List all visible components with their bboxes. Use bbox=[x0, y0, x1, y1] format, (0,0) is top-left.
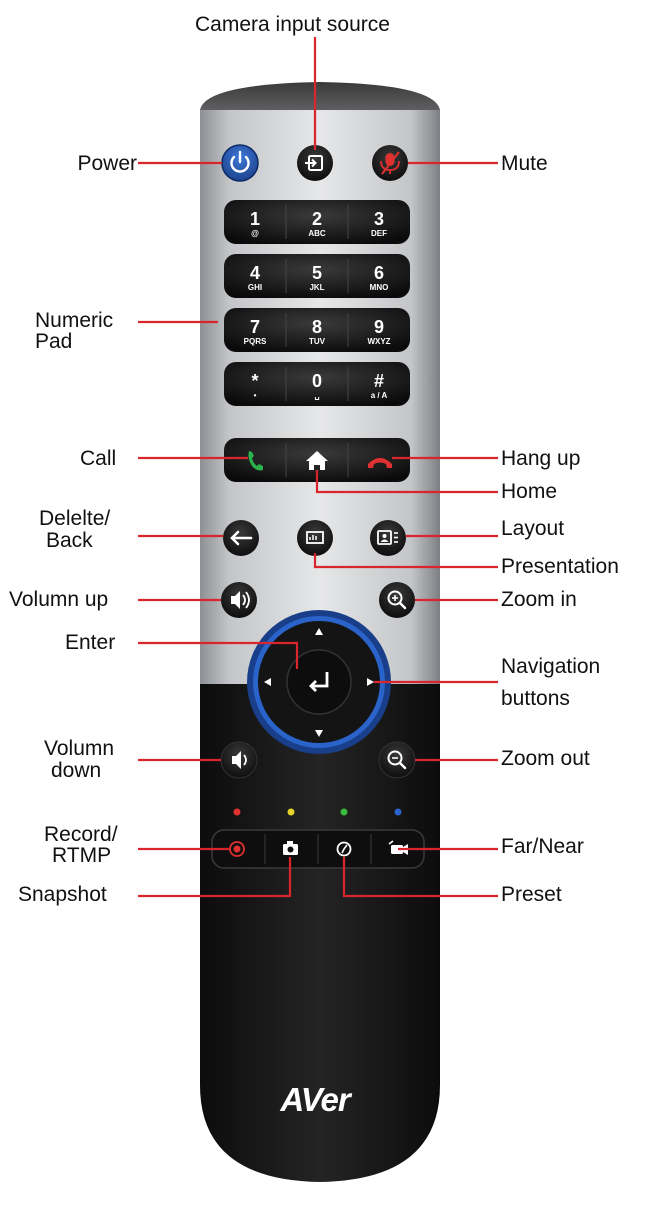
power-button[interactable] bbox=[221, 144, 259, 182]
label-power: Power bbox=[77, 152, 137, 175]
presentation-button[interactable] bbox=[297, 520, 333, 556]
key-letters: ␣ bbox=[314, 391, 319, 400]
label-zoom-out: Zoom out bbox=[501, 747, 590, 770]
green-indicator-dot bbox=[340, 808, 348, 816]
key-1[interactable]: 1@ bbox=[250, 209, 260, 238]
key-digit: 5 bbox=[312, 263, 322, 283]
label-call: Call bbox=[80, 447, 117, 470]
key-letters: ABC bbox=[308, 229, 326, 238]
label-layout: Layout bbox=[501, 517, 565, 540]
label-delete: Delelte/ bbox=[39, 507, 111, 530]
key-digit: 3 bbox=[374, 209, 384, 229]
mute-button[interactable] bbox=[372, 145, 408, 181]
label-pad: Pad bbox=[35, 330, 73, 353]
label-preset: Preset bbox=[501, 883, 562, 906]
label-volume-down-1: Volumn bbox=[44, 737, 115, 760]
key-digit: 0 bbox=[312, 371, 322, 391]
key-digit: 4 bbox=[250, 263, 260, 283]
key-digit: 7 bbox=[250, 317, 260, 337]
key-letters: @ bbox=[251, 229, 259, 238]
key-letters: TUV bbox=[309, 337, 326, 346]
label-camera-input-source: Camera input source bbox=[195, 13, 390, 36]
zoom-out-button[interactable] bbox=[378, 741, 416, 779]
label-mute: Mute bbox=[501, 152, 548, 175]
aver-logo: AVer bbox=[279, 1081, 353, 1118]
red-indicator-dot bbox=[233, 808, 241, 816]
label-rtmp: RTMP bbox=[52, 844, 112, 867]
volume-down-button[interactable] bbox=[220, 741, 258, 779]
label-volume-up: Volumn up bbox=[9, 588, 109, 611]
key-digit: 8 bbox=[312, 317, 322, 337]
label-numeric: Numeric bbox=[35, 309, 114, 332]
volume-up-button[interactable] bbox=[221, 582, 257, 618]
key-letters: MNO bbox=[370, 283, 389, 292]
label-back: Back bbox=[46, 529, 93, 552]
key-letters: DEF bbox=[371, 229, 387, 238]
label-enter: Enter bbox=[65, 631, 116, 654]
key-digit: # bbox=[374, 371, 384, 391]
layout-button[interactable] bbox=[370, 520, 406, 556]
key-digit: 1 bbox=[250, 209, 260, 229]
key-letters: JKL bbox=[309, 283, 324, 292]
key-digit: 6 bbox=[374, 263, 384, 283]
key-4[interactable]: 4GHI bbox=[248, 263, 262, 292]
key-digit: * bbox=[251, 371, 258, 391]
label-hang-up: Hang up bbox=[501, 447, 581, 470]
camera-input-source-button[interactable] bbox=[297, 145, 333, 181]
label-home: Home bbox=[501, 480, 558, 503]
label-record: Record/ bbox=[44, 823, 118, 846]
key-digit: 2 bbox=[312, 209, 322, 229]
label-buttons: buttons bbox=[501, 687, 570, 710]
zoom-in-button[interactable] bbox=[379, 582, 415, 618]
key-letters: a / A bbox=[371, 391, 388, 400]
label-zoom-in: Zoom in bbox=[501, 588, 577, 611]
label-far-near: Far/Near bbox=[501, 835, 584, 858]
label-snapshot: Snapshot bbox=[18, 883, 107, 906]
label-presentation: Presentation bbox=[501, 555, 619, 578]
label-volume-down-2: down bbox=[51, 759, 102, 782]
blue-indicator-dot bbox=[394, 808, 402, 816]
label-navigation: Navigation bbox=[501, 655, 601, 678]
key-letters: WXYZ bbox=[367, 337, 390, 346]
delete-back-button[interactable] bbox=[223, 520, 259, 556]
key-letters: GHI bbox=[248, 283, 262, 292]
key-letters: • bbox=[254, 391, 257, 400]
key-letters: PQRS bbox=[244, 337, 267, 346]
yellow-indicator-dot bbox=[287, 808, 295, 816]
key-digit: 9 bbox=[374, 317, 384, 337]
